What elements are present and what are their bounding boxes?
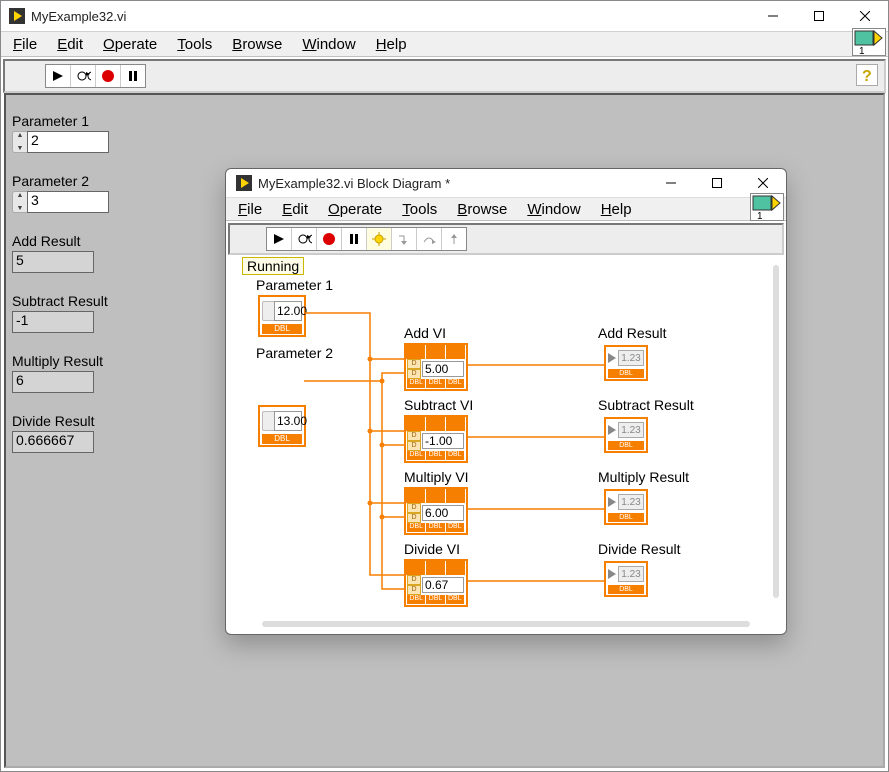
- menu-operate[interactable]: Operate: [93, 33, 167, 56]
- svg-text:1: 1: [757, 211, 763, 221]
- spin-buttons[interactable]: ▲▼: [12, 191, 27, 213]
- menu-window[interactable]: Window: [517, 198, 590, 221]
- titlebar: MyExample32.vi: [1, 1, 888, 32]
- numeric-input[interactable]: 2: [27, 131, 109, 153]
- front-panel[interactable]: Parameter 1 ▲▼ 2 Parameter 2 ▲▼ 3 Add Re…: [4, 93, 885, 768]
- menu-bar: File Edit Operate Tools Browse Window He…: [226, 198, 786, 221]
- label: Parameter 1: [12, 113, 109, 129]
- spin-buttons[interactable]: ▲▼: [12, 131, 27, 153]
- scrollbar-horizontal[interactable]: [262, 621, 750, 627]
- indicator-divide-result: Divide Result 0.666667: [12, 413, 94, 453]
- label: Subtract Result: [12, 293, 108, 309]
- subvi-multiply[interactable]: DD 6.00 DBLDBLDBL: [404, 487, 468, 535]
- subvi-add[interactable]: DD 5.00 DBLDBLDBL: [404, 343, 468, 391]
- window-title: MyExample32.vi Block Diagram *: [258, 176, 648, 191]
- run-continuous-button[interactable]: [292, 228, 317, 250]
- block-diagram-window: MyExample32.vi Block Diagram * File Edit…: [225, 168, 787, 635]
- step-out-button[interactable]: [442, 228, 466, 250]
- run-continuous-button[interactable]: [71, 65, 96, 87]
- step-into-button[interactable]: [392, 228, 417, 250]
- numeric-indicator: 6: [12, 371, 94, 393]
- menu-help[interactable]: Help: [591, 198, 642, 221]
- abort-button[interactable]: [96, 65, 121, 87]
- svg-text:?: ?: [862, 68, 872, 85]
- minimize-button[interactable]: [750, 1, 796, 31]
- subvi-subtract[interactable]: DD -1.00 DBLDBLDBL: [404, 415, 468, 463]
- indicator-label-divide: Divide Result: [598, 541, 680, 557]
- app-icon: [9, 8, 25, 24]
- close-button[interactable]: [842, 1, 888, 31]
- menu-operate[interactable]: Operate: [318, 198, 392, 221]
- context-help-button[interactable]: ?: [856, 64, 878, 91]
- menu-browse[interactable]: Browse: [447, 198, 517, 221]
- label: Parameter 2: [12, 173, 109, 189]
- terminal-label-param2: Parameter 2: [256, 345, 333, 361]
- wires: [232, 255, 780, 628]
- run-button[interactable]: [267, 228, 292, 250]
- highlight-exec-button[interactable]: [367, 228, 392, 250]
- numeric-indicator: 0.666667: [12, 431, 94, 453]
- indicator-label-multiply: Multiply Result: [598, 469, 689, 485]
- terminal-label-param1: Parameter 1: [256, 277, 333, 293]
- menu-help[interactable]: Help: [366, 33, 417, 56]
- window-buttons: [750, 1, 888, 31]
- indicator-multiply-result: Multiply Result 6: [12, 353, 103, 393]
- indicator-label-subtract: Subtract Result: [598, 397, 694, 413]
- label: Divide Result: [12, 413, 94, 429]
- numeric-input[interactable]: 3: [27, 191, 109, 213]
- terminal-param1[interactable]: 12.00 DBL: [258, 295, 306, 337]
- indicator-add-result: Add Result 5: [12, 233, 94, 273]
- menu-tools[interactable]: Tools: [392, 198, 447, 221]
- indicator-label-add: Add Result: [598, 325, 666, 341]
- indicator-terminal-subtract[interactable]: 1.23DBL: [604, 417, 648, 453]
- menu-file[interactable]: File: [228, 198, 272, 221]
- run-button[interactable]: [46, 65, 71, 87]
- titlebar: MyExample32.vi Block Diagram *: [226, 169, 786, 198]
- control-parameter-1: Parameter 1 ▲▼ 2: [12, 113, 109, 153]
- front-panel-toolbar: ?: [3, 59, 886, 93]
- indicator-subtract-result: Subtract Result -1: [12, 293, 108, 333]
- subvi-label-multiply: Multiply VI: [404, 469, 469, 485]
- indicator-terminal-multiply[interactable]: 1.23DBL: [604, 489, 648, 525]
- block-diagram-toolbar: [228, 223, 784, 255]
- label: Multiply Result: [12, 353, 103, 369]
- subvi-divide[interactable]: DD 0.67 DBLDBLDBL: [404, 559, 468, 607]
- indicator-terminal-divide[interactable]: 1.23DBL: [604, 561, 648, 597]
- menu-edit[interactable]: Edit: [47, 33, 93, 56]
- block-diagram-canvas[interactable]: Running Parameter 1 12.00 DBL Parameter …: [232, 255, 780, 628]
- abort-button[interactable]: [317, 228, 342, 250]
- numeric-indicator: -1: [12, 311, 94, 333]
- app-icon: [236, 175, 252, 191]
- front-panel-window: MyExample32.vi File Edit Operate Tools B…: [0, 0, 889, 772]
- run-controls: [45, 64, 146, 88]
- connector-pane-icon[interactable]: 1: [750, 193, 784, 225]
- menu-tools[interactable]: Tools: [167, 33, 222, 56]
- pause-button[interactable]: [342, 228, 367, 250]
- label: Add Result: [12, 233, 94, 249]
- subvi-label-add: Add VI: [404, 325, 446, 341]
- minimize-button[interactable]: [648, 168, 694, 198]
- menu-bar: File Edit Operate Tools Browse Window He…: [1, 32, 888, 57]
- maximize-button[interactable]: [796, 1, 842, 31]
- maximize-button[interactable]: [694, 168, 740, 198]
- scrollbar-vertical[interactable]: [773, 265, 779, 598]
- running-badge: Running: [242, 257, 304, 275]
- menu-edit[interactable]: Edit: [272, 198, 318, 221]
- menu-browse[interactable]: Browse: [222, 33, 292, 56]
- run-controls: [266, 227, 467, 251]
- step-over-button[interactable]: [417, 228, 442, 250]
- pause-button[interactable]: [121, 65, 145, 87]
- menu-window[interactable]: Window: [292, 33, 365, 56]
- svg-text:1: 1: [859, 46, 865, 56]
- window-title: MyExample32.vi: [31, 9, 750, 24]
- subvi-label-divide: Divide VI: [404, 541, 460, 557]
- subvi-label-subtract: Subtract VI: [404, 397, 473, 413]
- indicator-terminal-add[interactable]: 1.23DBL: [604, 345, 648, 381]
- numeric-indicator: 5: [12, 251, 94, 273]
- terminal-param2[interactable]: 13.00 DBL: [258, 405, 306, 447]
- connector-pane-icon[interactable]: 1: [852, 28, 886, 60]
- menu-file[interactable]: File: [3, 33, 47, 56]
- control-parameter-2: Parameter 2 ▲▼ 3: [12, 173, 109, 213]
